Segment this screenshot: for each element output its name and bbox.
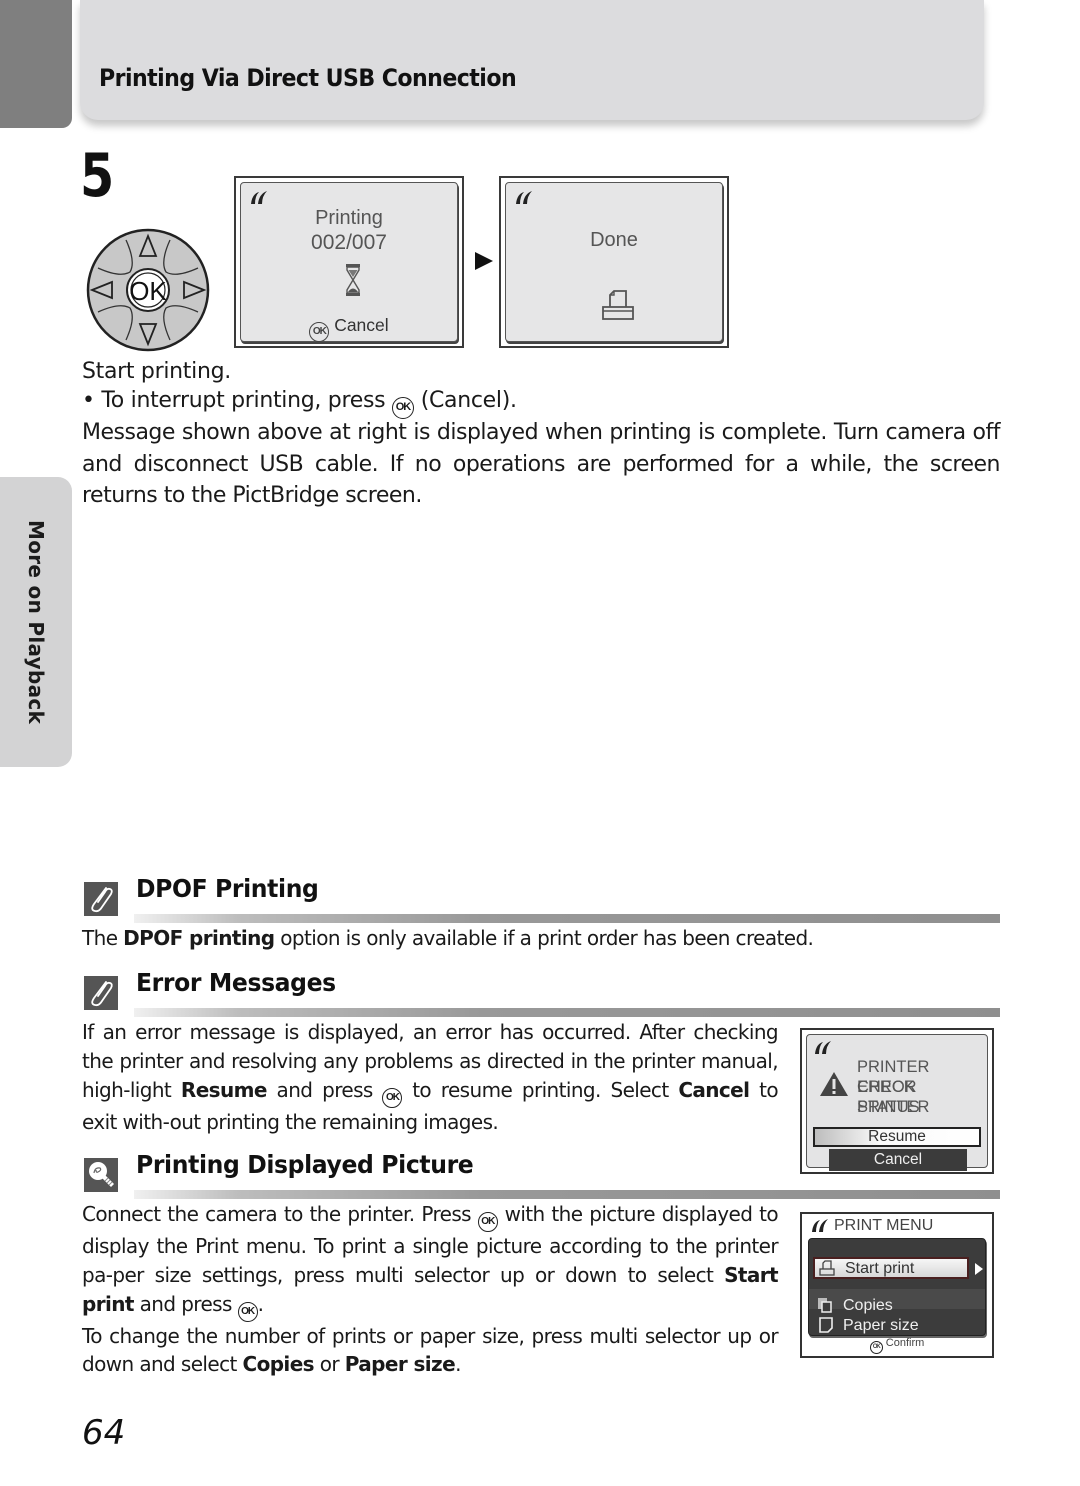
- section-title-print-displayed: Printing Displayed Picture: [136, 1150, 474, 1179]
- section-divider: [134, 914, 1000, 923]
- menu-item-label: Copies: [843, 1297, 893, 1314]
- ok-button-icon: OK: [477, 1212, 498, 1232]
- hourglass-icon: [346, 264, 360, 296]
- section-text-print-displayed: Connect the camera to the printer. Press…: [82, 1202, 779, 1377]
- page-title: Printing Via Direct USB Connection: [99, 64, 517, 92]
- print-menu-title: PRINT MENU: [834, 1217, 934, 1234]
- step-instruction: Start printing.: [82, 359, 231, 384]
- error-line: STATUS: [857, 1098, 920, 1116]
- menu-item-start-print[interactable]: Start print: [813, 1257, 969, 1279]
- lcd-screen-printing: Printing 002/007 OK Cancel: [234, 176, 464, 348]
- warning-icon: [820, 1072, 848, 1096]
- arrow-right-icon: [475, 252, 493, 270]
- pictbridge-icon: [815, 1041, 831, 1054]
- lcd-screen-print-menu: PRINT MENU Start print Copies Paper size…: [800, 1212, 994, 1358]
- cancel-hint: OK Cancel: [241, 315, 457, 342]
- header-bar: [80, 0, 984, 120]
- menu-spacer: [809, 1289, 985, 1309]
- printer-icon: [819, 1260, 835, 1276]
- print-progress-count: 002/007: [311, 231, 387, 254]
- step-paragraph: Message shown above at right is displaye…: [82, 420, 1001, 508]
- chapter-side-tab-label: More on Playback: [24, 520, 48, 725]
- paperclip-icon: [84, 882, 118, 916]
- ok-button-icon: OK: [391, 397, 414, 419]
- paperclip-icon: [84, 976, 118, 1010]
- pictbridge-icon: [251, 191, 267, 204]
- ok-button-icon: OK: [237, 1301, 258, 1322]
- section-title-dpof: DPOF Printing: [136, 874, 319, 903]
- section-text-dpof: The DPOF printing option is only availab…: [82, 926, 814, 950]
- paper-size-icon: [819, 1317, 833, 1333]
- step-number: 5: [80, 141, 115, 211]
- step-bullet: • To interrupt printing, press OK (Cance…: [82, 385, 517, 419]
- printing-label: Printing: [315, 207, 383, 229]
- confirm-hint-label: Confirm: [885, 1337, 925, 1349]
- section-divider: [134, 1008, 1000, 1017]
- resume-option[interactable]: Resume: [813, 1127, 981, 1147]
- print-menu-panel: Start print Copies Paper size: [808, 1238, 986, 1336]
- ok-button-icon: OK: [869, 1341, 883, 1354]
- menu-item-label: Paper size: [843, 1317, 919, 1334]
- pictbridge-icon: [812, 1219, 828, 1232]
- done-label: Done: [590, 229, 638, 251]
- section-divider: [134, 1190, 1000, 1199]
- pictbridge-icon: [516, 191, 532, 204]
- cancel-hint-label: Cancel: [334, 315, 389, 335]
- ok-label: OK: [129, 276, 167, 306]
- ok-button-icon: OK: [382, 1087, 403, 1108]
- printer-icon: [602, 290, 634, 320]
- section-text-error: If an error message is displayed, an err…: [82, 1020, 779, 1134]
- lightbulb-tip-icon: [84, 1158, 118, 1192]
- copies-icon: [818, 1298, 832, 1313]
- ok-button-icon: OK: [309, 322, 330, 342]
- section-title-error: Error Messages: [136, 968, 336, 997]
- confirm-hint: OK Confirm: [802, 1337, 992, 1354]
- lcd-screen-printer-error: PRINTER ERROR CHECK PRINTER STATUS Resum…: [800, 1028, 994, 1174]
- submenu-arrow-icon: [975, 1263, 983, 1275]
- lcd-screen-done: Done: [499, 176, 729, 348]
- multi-selector-icon: OK: [86, 228, 210, 352]
- page-number: 64: [82, 1413, 126, 1453]
- cancel-option[interactable]: Cancel: [829, 1149, 967, 1171]
- chapter-tab-marker: [0, 0, 72, 128]
- menu-item-label: Start print: [845, 1260, 915, 1277]
- bullet-dot: •: [82, 388, 95, 413]
